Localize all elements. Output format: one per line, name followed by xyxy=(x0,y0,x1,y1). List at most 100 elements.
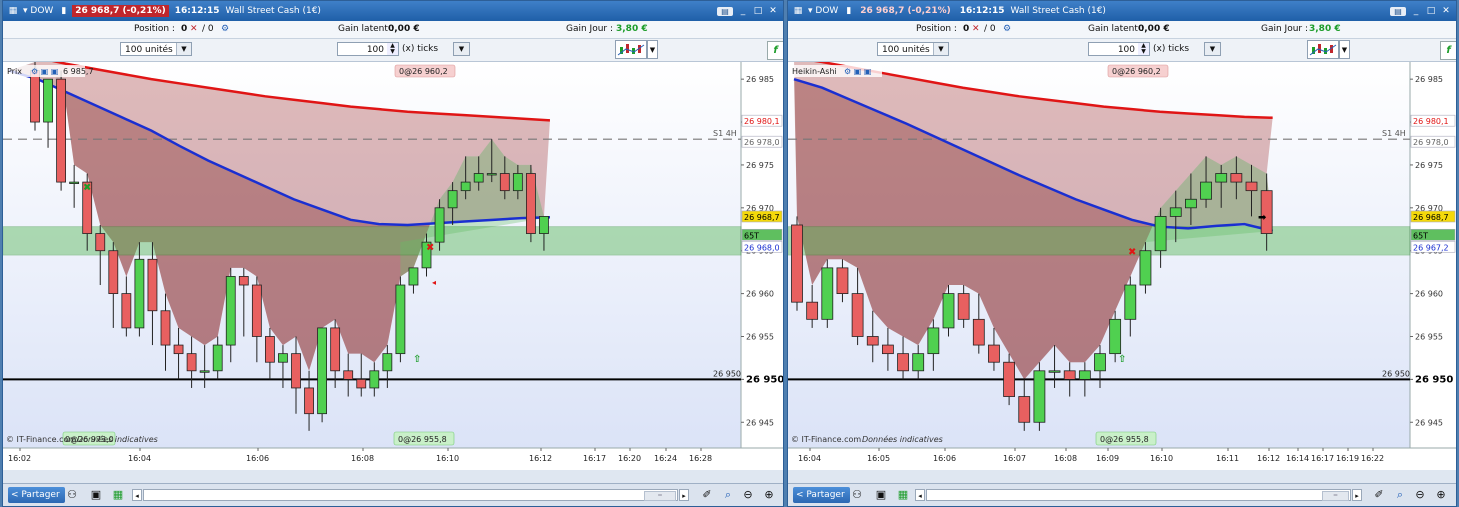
candle-bearish xyxy=(343,370,354,380)
zoom-fit-icon[interactable]: ⌕ xyxy=(1393,487,1407,502)
indicator-button[interactable]: f xyxy=(1440,41,1456,60)
units-select[interactable]: 100 unités ▼ xyxy=(120,42,192,56)
y-tick-label: 26 945 xyxy=(1415,418,1443,427)
y-tick-label: 26 955 xyxy=(1415,332,1443,341)
chart-bottom-toolbar: < Partager ⚇ ▣ ▦ ◂ = ▸ ✐ ⌕ ⊖ ⊕ xyxy=(3,483,783,506)
candle-bearish xyxy=(882,344,894,355)
keyboard-icon[interactable]: ▤ xyxy=(1390,6,1406,16)
scroll-left-arrow[interactable]: ◂ xyxy=(132,489,142,501)
ticks-label: (x) ticks xyxy=(1153,44,1190,54)
candle-bullish xyxy=(1124,284,1137,320)
order-top-tag-text: 0@26 960,2 xyxy=(399,67,448,76)
units-select[interactable]: 100 unités ▼ xyxy=(877,42,949,56)
zoom-out-icon[interactable]: ⊖ xyxy=(741,487,755,502)
close-position-icon[interactable]: ✕ xyxy=(190,24,198,34)
candle-bullish xyxy=(1048,370,1061,373)
close-position-icon[interactable]: ✕ xyxy=(972,24,980,34)
chart-window-right[interactable]: ▦ ▾ DOW ▮ 26 968,7 (-0,21%) 16:12:15 Wal… xyxy=(787,0,1457,507)
symbol-selector[interactable]: ▾ DOW xyxy=(23,6,53,16)
ticks-stepper[interactable]: 100 ▲ ▼ xyxy=(1088,42,1150,56)
minimize-button[interactable]: _ xyxy=(738,6,748,16)
zoom-in-icon[interactable]: ⊕ xyxy=(762,487,776,502)
ema-blue-tag: 26 967,2 xyxy=(1413,243,1449,252)
chart-style-button[interactable] xyxy=(615,40,647,59)
minimize-button[interactable]: _ xyxy=(1411,6,1421,16)
scroll-right-arrow[interactable]: ▸ xyxy=(679,489,689,501)
price-badge: 26 968,7 (-0,21%) xyxy=(72,5,169,17)
window-titlebar[interactable]: ▦ ▾ DOW ▮ 26 968,7 (-0,21%) 16:12:15 Wal… xyxy=(3,1,783,21)
maximize-button[interactable]: □ xyxy=(1426,6,1436,16)
link-icon[interactable]: ⚇ xyxy=(850,487,864,502)
ticks-stepper[interactable]: 100 ▲ ▼ xyxy=(337,42,399,56)
compare-icon[interactable]: ▦ xyxy=(896,487,910,502)
draw-tool-icon[interactable]: ✐ xyxy=(1372,487,1386,502)
chart-canvas[interactable]: S1 4H26 95026 98526 98026 97526 97026 96… xyxy=(788,56,1456,470)
keyboard-icon[interactable]: ▤ xyxy=(717,6,733,16)
data-disclaimer-label: Données indicatives xyxy=(862,434,943,444)
settings-icon[interactable]: ▣ xyxy=(874,487,888,502)
horizontal-scrollbar[interactable]: = xyxy=(926,489,1351,501)
x-tick-label: 16:20 xyxy=(618,454,641,463)
info-icon[interactable]: ▮ xyxy=(61,6,66,16)
window-titlebar[interactable]: ▦ ▾ DOW ▮ 26 968,7 (-0,21%) 16:12:15 Wal… xyxy=(788,1,1456,21)
candle-bearish xyxy=(356,378,367,389)
zoom-in-icon[interactable]: ⊕ xyxy=(1434,487,1448,502)
chart-window-left[interactable]: ▦ ▾ DOW ▮ 26 968,7 (-0,21%) 16:12:15 Wal… xyxy=(2,0,784,507)
candle-bearish xyxy=(186,353,197,372)
close-button[interactable]: ✕ xyxy=(1441,6,1451,16)
ticks-mode-select[interactable]: ▼ xyxy=(453,42,470,56)
candle-bearish xyxy=(957,293,970,320)
support-zone xyxy=(788,226,1411,256)
draw-tool-icon[interactable]: ✐ xyxy=(700,487,714,502)
link-icon[interactable]: ⚇ xyxy=(65,487,79,502)
candle-bullish xyxy=(1184,198,1197,209)
indicator-button[interactable]: f xyxy=(767,41,783,60)
s1-4h-label: S1 4H xyxy=(713,129,737,138)
chart-style-dropdown[interactable]: ▼ xyxy=(647,40,658,59)
scrollbar-thumb[interactable]: = xyxy=(1322,491,1349,501)
horizontal-scrollbar[interactable]: = xyxy=(143,489,678,501)
order-bottom-tag: 0@26 955,8 xyxy=(1095,431,1157,446)
buy-signal-icon: ✖ xyxy=(83,183,91,194)
candle-bearish xyxy=(806,301,819,320)
candle-bullish xyxy=(369,370,380,389)
price-badge: 26 968,7 (-0,21%) xyxy=(860,6,951,16)
scrollbar-thumb[interactable]: = xyxy=(644,491,676,501)
candle-bearish xyxy=(238,276,249,286)
x-tick-label: 16:12 xyxy=(529,454,552,463)
price-chart[interactable]: S1 4H26 95026 98526 98026 97526 97026 96… xyxy=(788,56,1456,470)
gain-latent-label: Gain latent : xyxy=(1088,24,1144,34)
candle-bearish xyxy=(866,336,879,346)
chart-style-dropdown[interactable]: ▼ xyxy=(1339,40,1350,59)
zoom-out-icon[interactable]: ⊖ xyxy=(1413,487,1427,502)
candle-bearish xyxy=(791,224,803,303)
maximize-button[interactable]: □ xyxy=(753,6,763,16)
candle-bearish xyxy=(499,173,510,192)
price-chart[interactable]: S1 4H26 95026 98526 98026 97526 97026 96… xyxy=(3,52,783,470)
ticks-mode-select[interactable]: ▼ xyxy=(1204,42,1221,56)
compare-icon[interactable]: ▦ xyxy=(111,487,125,502)
chart-style-button[interactable] xyxy=(1307,40,1339,59)
close-button[interactable]: ✕ xyxy=(768,6,778,16)
info-icon[interactable]: ▮ xyxy=(846,6,851,16)
orders-icon[interactable]: ⚙ xyxy=(221,24,229,34)
candle-bearish xyxy=(1230,173,1243,183)
zoom-fit-icon[interactable]: ⌕ xyxy=(721,487,735,502)
candle-bullish xyxy=(382,353,393,372)
stepper-arrows-icon[interactable]: ▲ ▼ xyxy=(1138,43,1149,55)
symbol-selector[interactable]: ▾ DOW xyxy=(808,6,838,16)
scroll-left-arrow[interactable]: ◂ xyxy=(915,489,925,501)
candle-bearish xyxy=(1018,396,1031,423)
orders-icon[interactable]: ⚙ xyxy=(1003,24,1011,34)
share-button[interactable]: < Partager xyxy=(8,487,65,503)
scroll-right-arrow[interactable]: ▸ xyxy=(1352,489,1362,501)
x-tick-label: 16:08 xyxy=(1054,454,1077,463)
share-button[interactable]: < Partager xyxy=(793,487,850,503)
time-label: 16:12:15 xyxy=(959,6,1005,16)
y-tick-label: 26 985 xyxy=(746,75,774,84)
chart-canvas[interactable]: S1 4H26 95026 98526 98026 97526 97026 96… xyxy=(3,52,783,470)
gain-latent-label: Gain latent : xyxy=(338,24,394,34)
settings-icon[interactable]: ▣ xyxy=(89,487,103,502)
stepper-arrows-icon[interactable]: ▲ ▼ xyxy=(387,43,398,55)
x-tick-label: 16:19 xyxy=(1336,454,1359,463)
